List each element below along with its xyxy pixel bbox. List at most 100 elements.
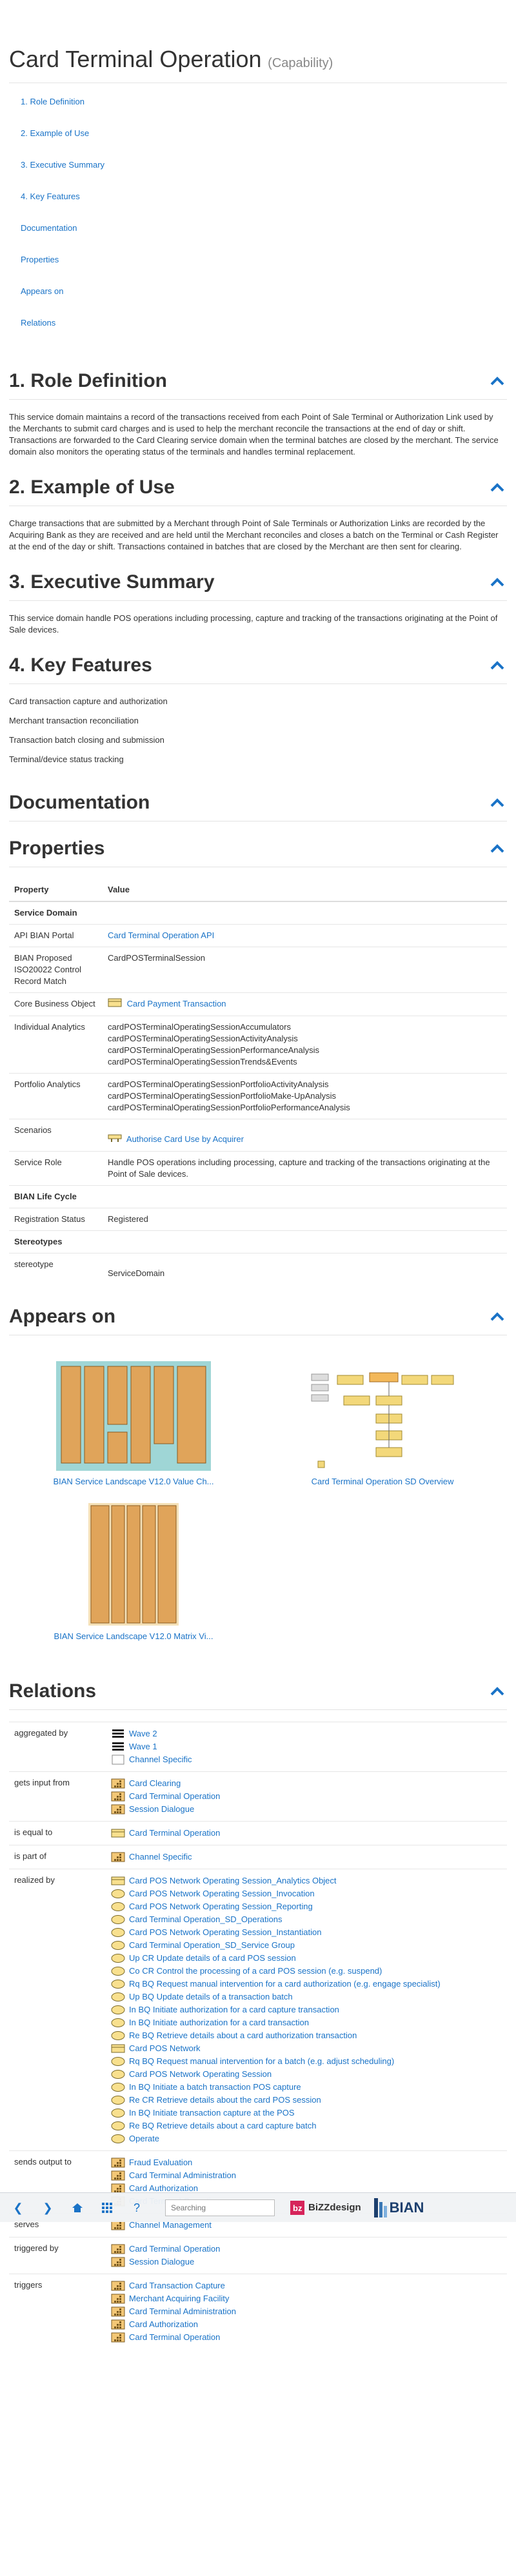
forward-arrow-icon[interactable]: ❯ [39,2199,57,2217]
relation-link[interactable]: In BQ Initiate transaction capture at th… [129,2107,295,2119]
relation-link[interactable]: Card POS Network Operating Session_Analy… [129,1875,337,1887]
chevron-up-icon[interactable] [490,482,504,493]
bizzdesign-label: BiZZdesign [308,2201,361,2213]
api-link[interactable]: Card Terminal Operation API [108,930,214,940]
relation-link[interactable]: Card Terminal Operation_SD_Operations [129,1914,283,1925]
relation-link[interactable]: Re CR Retrieve details about the card PO… [129,2094,321,2106]
help-icon[interactable]: ? [128,2199,146,2217]
relation-link[interactable]: Session Dialogue [129,2256,194,2268]
relation-item: Channel Specific [111,1753,502,1766]
relation-item: Rq BQ Request manual intervention for a … [111,2055,502,2068]
relations-table: aggregated by Wave 2 Wave 1 Channel Specifi… [9,1722,507,2350]
toc-link-appears-on[interactable]: Appears on [21,286,64,296]
relation-link[interactable]: Card Terminal Administration [129,2170,236,2181]
chevron-up-icon[interactable] [490,660,504,671]
relation-link[interactable]: Co CR Control the processing of a card P… [129,1965,382,1977]
relation-link[interactable]: Re BQ Retrieve details about a card capt… [129,2120,317,2132]
relation-link[interactable]: Card POS Network [129,2043,201,2054]
section-header-properties: Properties [9,836,507,867]
relation-link[interactable]: Session Dialogue [129,1804,194,1815]
relation-link[interactable]: Up CR Update details of a card POS sessi… [129,1952,296,1964]
relation-link[interactable]: In BQ Initiate a batch transaction POS c… [129,2081,301,2093]
property-key: BIAN Proposed ISO20022 Control Record Ma… [9,947,103,993]
relation-row: aggregated by Wave 2 Wave 1 Channel Specifi… [9,1722,507,1772]
relation-link[interactable]: Card POS Network Operating Session [129,2069,272,2080]
relation-link[interactable]: Card Terminal Operation [129,1791,220,1802]
bian-label: BIAN [389,2199,424,2216]
relation-link[interactable]: Merchant Acquiring Facility [129,2293,229,2305]
relation-item: Card POS Network [111,2042,502,2055]
relation-link[interactable]: Wave 1 [129,1741,157,1753]
back-arrow-icon[interactable]: ❮ [9,2199,27,2217]
relation-link[interactable]: Rq BQ Request manual intervention for a … [129,2056,394,2067]
relation-link[interactable]: Card Terminal Operation [129,1827,220,1839]
relation-link[interactable]: Card POS Network Operating Session_Repor… [129,1901,313,1912]
ellipse-icon [111,1927,125,1938]
chevron-up-icon[interactable] [490,1686,504,1696]
diagram-thumbnail[interactable]: Card Terminal Operation SD Overview [258,1361,507,1488]
relation-link[interactable]: Card Transaction Capture [129,2280,225,2292]
relation-link[interactable]: Card Authorization [129,2319,198,2330]
toc-link-properties[interactable]: Properties [21,255,59,264]
property-key: stereotype [9,1253,103,1285]
property-value: ServiceDomain [103,1253,507,1285]
chevron-up-icon[interactable] [490,843,504,854]
diagram-link[interactable]: BIAN Service Landscape V12.0 Matrix Vi..… [54,1631,213,1641]
chevron-up-icon[interactable] [490,1312,504,1322]
relation-link[interactable]: Card POS Network Operating Session_Invoc… [129,1888,315,1900]
search-input[interactable] [165,2199,275,2216]
home-icon[interactable] [68,2199,86,2217]
column-header-property: Property [9,879,103,902]
toc-link-role-definition[interactable]: 1. Role Definition [21,97,84,106]
toc-link-example-of-use[interactable]: 2. Example of Use [21,128,89,138]
relation-link[interactable]: Card Terminal Operation_SD_Service Group [129,1940,295,1951]
relation-link[interactable]: Card Terminal Operation [129,2332,220,2343]
relation-link[interactable]: Wave 2 [129,1728,157,1740]
relation-link[interactable]: In BQ Initiate authorization for a card … [129,2017,309,2029]
diagram-thumbnail[interactable]: BIAN Service Landscape V12.0 Matrix Vi..… [9,1503,258,1642]
grid-icon[interactable] [98,2199,116,2217]
toc-link-relations[interactable]: Relations [21,318,55,328]
relation-link[interactable]: In BQ Initiate authorization for a card … [129,2004,339,2016]
relation-link[interactable]: Channel Specific [129,1851,192,1863]
chevron-up-icon[interactable] [490,376,504,386]
relation-link[interactable]: Card Clearing [129,1778,181,1789]
capability-icon [111,2332,125,2343]
ellipse-icon [111,1979,125,1989]
toc-link-key-features[interactable]: 4. Key Features [21,192,80,201]
relation-link[interactable]: Card POS Network Operating Session_Insta… [129,1927,321,1938]
relation-item: Card Terminal Operation [111,1827,502,1840]
table-of-contents: 1. Role Definition 2. Example of Use 3. … [9,83,507,354]
bizzdesign-logo: bz BiZZdesign [290,2200,361,2215]
diagram-link[interactable]: BIAN Service Landscape V12.0 Value Ch... [53,1477,213,1486]
relation-link[interactable]: Re BQ Retrieve details about a card auth… [129,2030,357,2041]
toc-link-documentation[interactable]: Documentation [21,223,77,233]
relation-item: Co CR Control the processing of a card P… [111,1965,502,1978]
relation-item: Wave 2 [111,1727,502,1740]
toc-link-executive-summary[interactable]: 3. Executive Summary [21,160,104,170]
diagram-thumbnail[interactable]: BIAN Service Landscape V12.0 Value Ch... [9,1361,258,1488]
diagram-link[interactable]: Card Terminal Operation SD Overview [312,1477,454,1486]
scenario-link[interactable]: Authorise Card Use by Acquirer [126,1134,244,1144]
key-feature: Terminal/device status tracking [9,754,124,764]
property-key: Core Business Object [9,992,103,1016]
relation-link[interactable]: Rq BQ Request manual intervention for a … [129,1978,441,1990]
analytics-value: cardPOSTerminalOperatingSessionPortfolio… [108,1091,337,1101]
table-row: Registration Status Registered [9,1208,507,1231]
chevron-up-icon[interactable] [490,798,504,808]
core-business-object-link[interactable]: Card Payment Transaction [127,999,226,1008]
chevron-up-icon[interactable] [490,577,504,587]
relation-link[interactable]: Card Terminal Operation [129,2243,220,2255]
relation-link[interactable]: Card Terminal Administration [129,2306,236,2317]
relation-link[interactable]: Channel Specific [129,1754,192,1765]
table-row: BIAN Proposed ISO20022 Control Record Ma… [9,947,507,993]
relation-type: triggered by [9,2237,106,2274]
capability-icon [111,2257,125,2267]
relation-item: Rq BQ Request manual intervention for a … [111,1978,502,1991]
relation-type: realized by [9,1869,106,2151]
relation-link[interactable]: Fraud Evaluation [129,2157,192,2168]
relation-link[interactable]: Up BQ Update details of a transaction ba… [129,1991,293,2003]
ellipse-icon [111,2095,125,2105]
relation-item: Re BQ Retrieve details about a card capt… [111,2119,502,2132]
relation-link[interactable]: Operate [129,2133,159,2145]
